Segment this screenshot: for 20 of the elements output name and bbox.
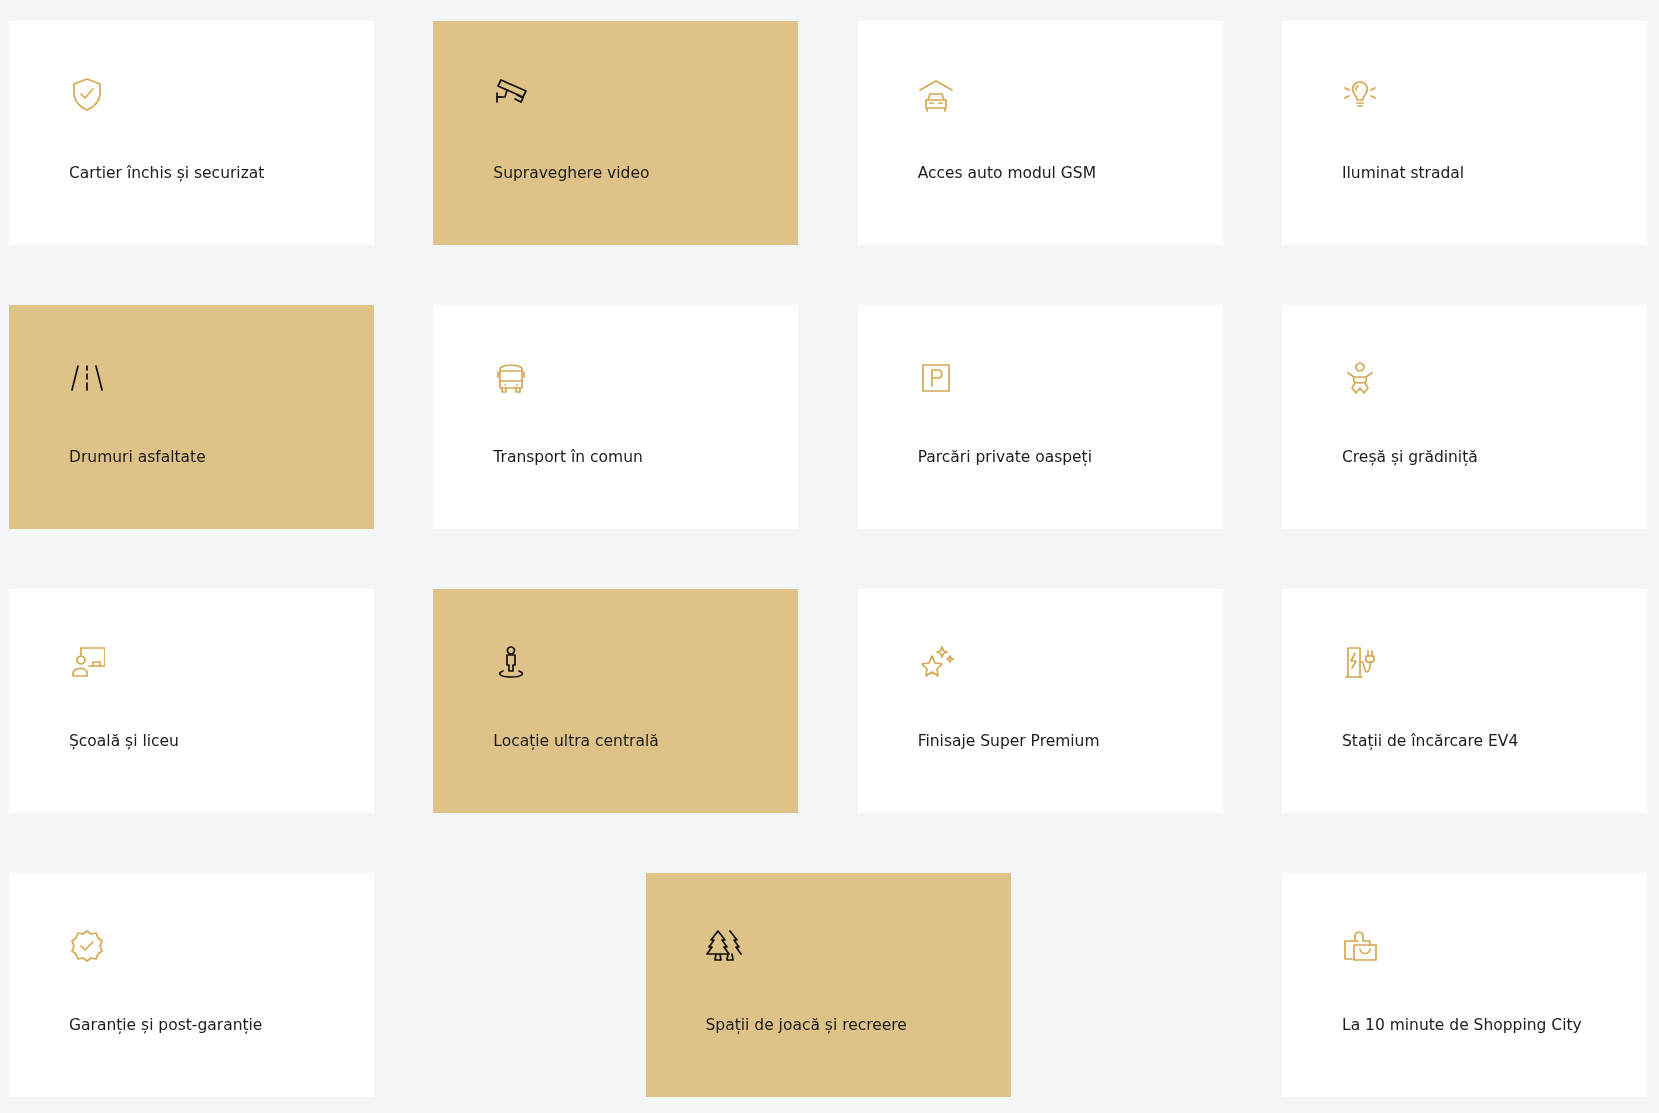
- shopping-bag-icon: [1342, 928, 1378, 964]
- feature-label: Școală și liceu: [69, 732, 179, 750]
- ev-charger-icon: [1342, 644, 1378, 680]
- feature-label: Finisaje Super Premium: [917, 732, 1100, 750]
- feature-label: Parcări private oaspeți: [917, 448, 1092, 466]
- feature-label: Stații de încărcare EV4: [1342, 732, 1519, 750]
- feature-label: Supraveghere video: [493, 164, 650, 182]
- feature-label: Creșă și grădiniță: [1342, 448, 1478, 466]
- feature-label: Locație ultra centrală: [493, 732, 659, 750]
- feature-label: La 10 minute de Shopping City: [1342, 1016, 1582, 1034]
- feature-label: Acces auto modul GSM: [917, 164, 1097, 182]
- teacher-board-icon: [69, 644, 105, 680]
- feature-label: Transport în comun: [493, 448, 643, 466]
- feature-label: Garanție și post-garanție: [69, 1016, 263, 1034]
- feature-label: Iluminat stradal: [1342, 164, 1465, 182]
- verified-badge-icon: [69, 928, 105, 964]
- feature-label: Cartier închis și securizat: [69, 164, 265, 182]
- trees-icon: [705, 928, 742, 964]
- feature-label: Drumuri asfaltate: [69, 448, 206, 466]
- feature-label: Spații de joacă și recreere: [705, 1016, 907, 1034]
